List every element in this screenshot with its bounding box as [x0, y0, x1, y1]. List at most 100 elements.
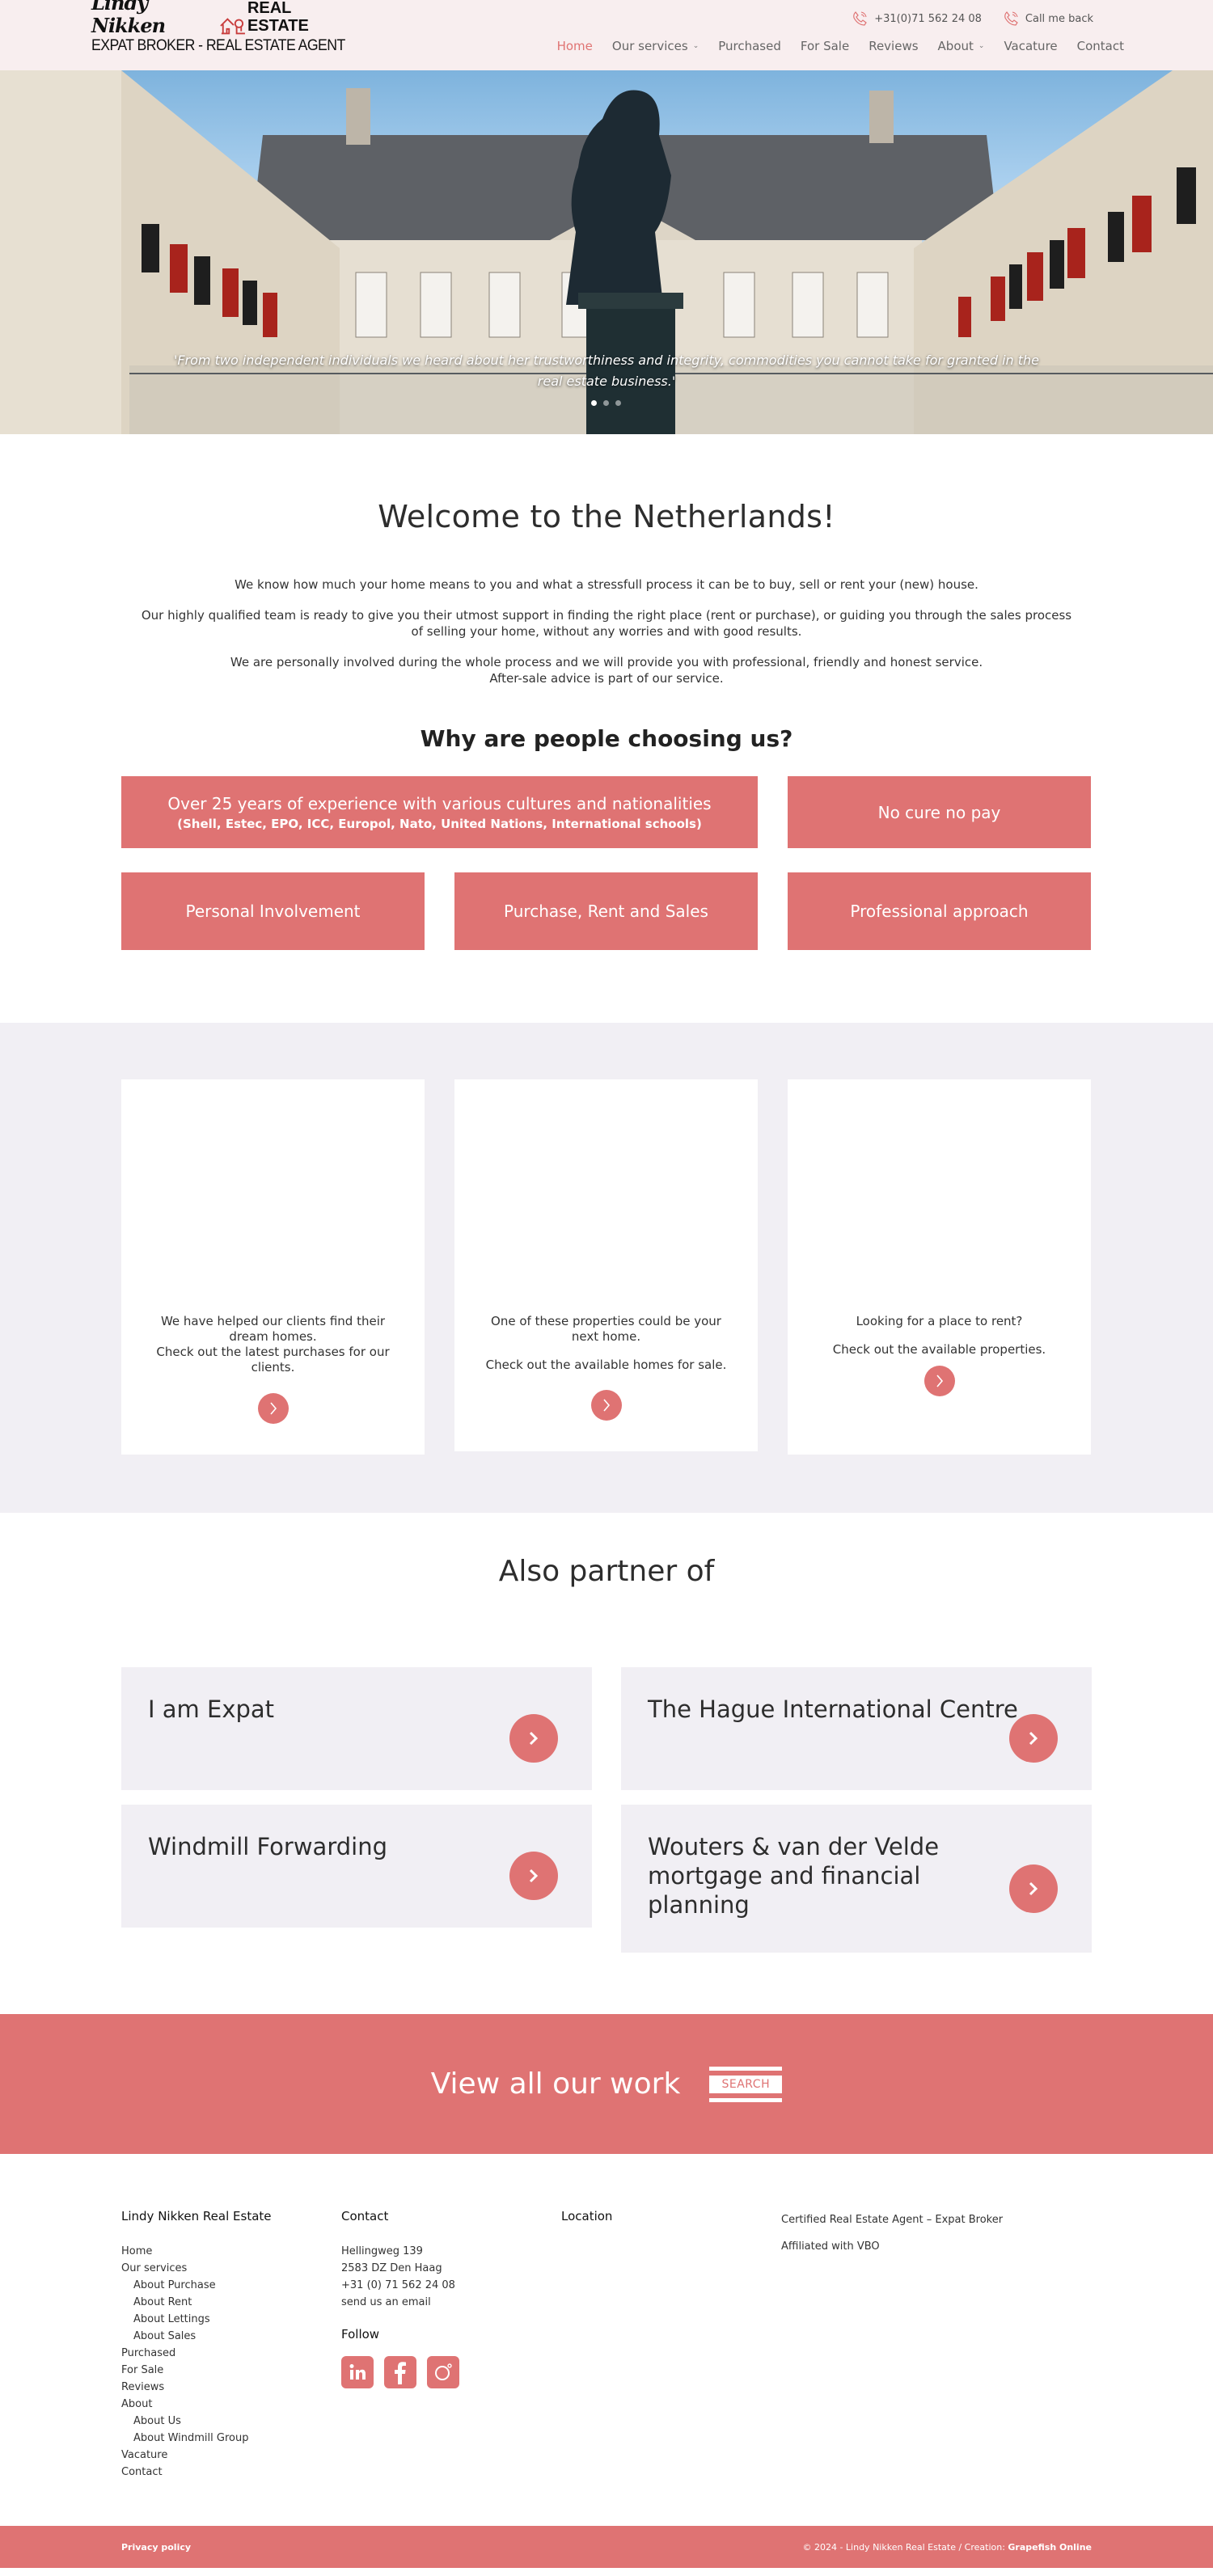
feature-title: No cure no pay: [877, 802, 1001, 822]
chevron-right-icon: [529, 1731, 539, 1746]
card-arrow-button[interactable]: [923, 1366, 955, 1396]
topbar: +31(0)71 562 24 08 Call me back: [852, 11, 1093, 27]
chevron-right-icon: [602, 1399, 610, 1412]
card-line: Check out the available homes for sale.: [485, 1358, 727, 1372]
logo-tagline: EXPAT BROKER - REAL ESTATE AGENT: [91, 37, 345, 54]
footer-link[interactable]: About Us: [121, 2413, 341, 2430]
chevron-down-icon: ⌄: [692, 42, 699, 50]
partner-card[interactable]: Wouters & van der Velde mortgage and fin…: [621, 1805, 1092, 1953]
card-line: Check out the latest purchases for our c…: [156, 1345, 390, 1375]
footer-phone[interactable]: +31 (0) 71 562 24 08: [341, 2277, 561, 2294]
nav-vacature[interactable]: Vacature: [1004, 39, 1057, 53]
hero-quote: 'From two independent individuals we hea…: [173, 353, 1040, 389]
card-line: One of these properties could be your ne…: [491, 1314, 721, 1344]
slider-dots: [591, 400, 621, 406]
partners-title: Also partner of: [498, 1555, 715, 1588]
intro-paragraph: After-sale advice is part of our service…: [489, 671, 724, 686]
footer-link[interactable]: About Rent: [121, 2294, 341, 2311]
footer-address-line: 2583 DZ Den Haag: [341, 2262, 442, 2274]
cta-banner: View all our work SEARCH: [0, 2014, 1213, 2154]
card-arrow-button[interactable]: [257, 1393, 289, 1424]
footer-link[interactable]: About Purchase: [121, 2277, 341, 2294]
site-header: Lindy Nikken REAL ESTATE EXPAT BROKER - …: [0, 0, 1213, 70]
intro-paragraph: We are personally involved during the wh…: [230, 655, 983, 669]
footer-heading: Contact: [341, 2209, 389, 2223]
instagram-icon[interactable]: [427, 2356, 459, 2388]
partner-arrow-button[interactable]: [1009, 1864, 1058, 1913]
footer-link[interactable]: About Lettings: [121, 2311, 341, 2328]
footer-email-link[interactable]: send us an email: [341, 2294, 561, 2311]
nav-label: About: [937, 39, 974, 53]
copyright-text: © 2024 - Lindy Nikken Real Estate / Crea…: [802, 2541, 1008, 2553]
footer-link[interactable]: Vacature: [121, 2447, 341, 2464]
footer-follow-heading: Follow: [341, 2327, 380, 2342]
slider-dot-1[interactable]: [591, 400, 597, 406]
hero-slider: 'From two independent individuals we hea…: [0, 70, 1213, 434]
feature-experience: Over 25 years of experience with various…: [121, 776, 758, 848]
slider-dot-3[interactable]: [615, 400, 621, 406]
partner-arrow-button[interactable]: [1009, 1714, 1058, 1763]
topbar-callback[interactable]: Call me back: [1003, 11, 1093, 27]
site-footer: Lindy Nikken Real Estate Home Our service…: [121, 2154, 1092, 2526]
privacy-policy-link[interactable]: Privacy policy: [121, 2542, 191, 2553]
services-cards-section: We have helped our clients find their dr…: [0, 1023, 1213, 1513]
facebook-icon[interactable]: [384, 2356, 416, 2388]
nav-label: Purchased: [718, 39, 781, 53]
footer-link[interactable]: For Sale: [121, 2362, 341, 2379]
footer-link[interactable]: About Windmill Group: [121, 2430, 341, 2447]
nav-label: Reviews: [869, 39, 919, 53]
slider-dot-2[interactable]: [603, 400, 609, 406]
partner-arrow-button[interactable]: [509, 1852, 558, 1900]
nav-label: Vacature: [1004, 39, 1058, 53]
feature-title: Over 25 years of experience with various…: [167, 793, 712, 813]
linkedin-icon[interactable]: [341, 2356, 374, 2388]
certification-line: Affiliated with VBO: [781, 2240, 880, 2253]
footer-link[interactable]: Purchased: [121, 2345, 341, 2362]
footer-link[interactable]: About: [121, 2396, 341, 2413]
footer-link[interactable]: About Sales: [121, 2328, 341, 2345]
partner-name: The Hague International Centre: [648, 1696, 1018, 1723]
footer-link[interactable]: Contact: [121, 2464, 341, 2481]
footer-col-location: Location: [561, 2209, 781, 2526]
logo[interactable]: Lindy Nikken REAL ESTATE EXPAT BROKER - …: [91, 0, 350, 57]
footer-address-line: Hellingweg 139: [341, 2245, 423, 2257]
footer-link[interactable]: Our services: [121, 2260, 341, 2277]
nav-label: For Sale: [800, 39, 850, 53]
nav-about[interactable]: About ⌄: [938, 39, 985, 53]
social-links: [341, 2356, 561, 2388]
nav-home[interactable]: Home: [557, 39, 593, 53]
creator-link[interactable]: Grapefish Online: [1008, 2542, 1092, 2553]
partner-card[interactable]: Windmill Forwarding: [121, 1805, 592, 1928]
welcome-section: Welcome to the Netherlands! We know how …: [0, 434, 1213, 950]
partner-card[interactable]: The Hague International Centre: [621, 1667, 1092, 1790]
nav-reviews[interactable]: Reviews: [869, 39, 918, 53]
partner-card[interactable]: I am Expat: [121, 1667, 592, 1790]
card-rent: Looking for a place to rent? Check out t…: [788, 1079, 1091, 1455]
nav-purchased[interactable]: Purchased: [718, 39, 781, 53]
nav-our-services[interactable]: Our services ⌄: [612, 39, 699, 53]
house-key-icon: [220, 18, 245, 35]
welcome-intro: We know how much your home means to you …: [0, 576, 1213, 686]
partner-arrow-button[interactable]: [509, 1714, 558, 1763]
intro-paragraph: Our highly qualified team is ready to gi…: [141, 608, 1072, 639]
card-line: Check out the available properties.: [832, 1342, 1046, 1357]
topbar-phone[interactable]: +31(0)71 562 24 08: [852, 11, 982, 27]
feature-no-cure-no-pay: No cure no pay: [788, 776, 1091, 848]
partner-name: I am Expat: [148, 1696, 275, 1723]
card-arrow-button[interactable]: [590, 1390, 622, 1421]
why-title: Why are people choosing us?: [420, 725, 793, 752]
search-button[interactable]: SEARCH: [709, 2066, 783, 2102]
feature-title: Professional approach: [850, 902, 1029, 921]
phone-icon: [853, 11, 868, 26]
nav-label: Contact: [1076, 39, 1124, 53]
card-for-sale: One of these properties could be your ne…: [454, 1079, 758, 1451]
nav-contact[interactable]: Contact: [1077, 39, 1124, 53]
footer-col-contact: Contact Hellingweg 139 2583 DZ Den Haag …: [341, 2209, 561, 2526]
logo-wordmark: REAL ESTATE: [247, 0, 309, 35]
card-text: One of these properties could be your ne…: [479, 1314, 733, 1373]
nav-label: Our services: [611, 39, 688, 53]
nav-for-sale[interactable]: For Sale: [801, 39, 849, 53]
footer-link[interactable]: Reviews: [121, 2379, 341, 2396]
chevron-down-icon: ⌄: [978, 42, 985, 50]
footer-link[interactable]: Home: [121, 2243, 341, 2260]
